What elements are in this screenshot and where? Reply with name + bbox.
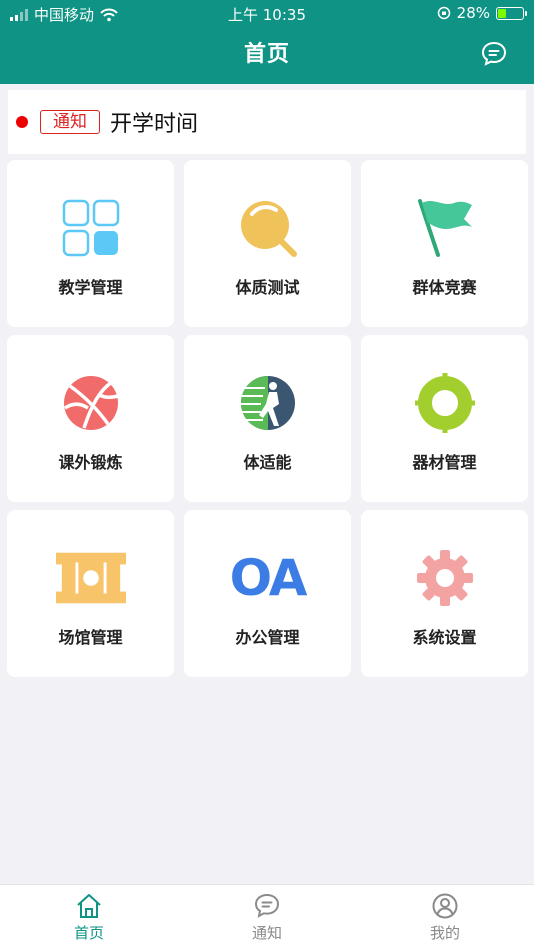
tab-label: 通知: [251, 924, 282, 942]
ticket-icon: [55, 552, 126, 604]
notice-banner[interactable]: 通知 开学时间: [8, 90, 526, 154]
battery-icon: [496, 6, 527, 20]
menu-item-label: 体质测试: [235, 278, 300, 297]
flag-icon: [417, 199, 472, 257]
battery-percent: 28%: [456, 4, 490, 22]
menu-item-exercise[interactable]: 课外锻炼: [7, 335, 174, 502]
menu-item-label: 教学管理: [58, 278, 123, 297]
menu-item-label: 器材管理: [412, 453, 477, 472]
menu-item-label: 办公管理: [235, 628, 300, 647]
menu-item-label: 体适能: [243, 453, 292, 472]
runner-icon: [240, 376, 295, 430]
menu-item-venue[interactable]: 场馆管理: [7, 510, 174, 677]
tab-bar: 首页 通知 我的: [0, 884, 534, 950]
menu-item-competition[interactable]: 群体竞赛: [361, 160, 528, 327]
menu-item-physical-test[interactable]: 体质测试: [184, 160, 351, 327]
notice-text: 开学时间: [110, 112, 199, 137]
tab-mine[interactable]: 我的: [356, 885, 534, 950]
status-bar: 中国移动 上午 10:35 28%: [0, 0, 534, 28]
app-header: 中国移动 上午 10:35 28% 首页: [0, 0, 534, 84]
ring-icon: [414, 373, 475, 433]
menu-item-label: 课外锻炼: [58, 453, 123, 472]
menu-item-label: 系统设置: [412, 628, 477, 647]
magnifier-icon: [240, 201, 297, 257]
tab-home[interactable]: 首页: [0, 885, 178, 950]
menu-item-equipment[interactable]: 器材管理: [361, 335, 528, 502]
oa-icon: OA: [229, 549, 308, 607]
tab-label: 首页: [73, 924, 104, 942]
user-icon: [432, 893, 458, 919]
page-title: 首页: [243, 42, 290, 67]
unread-dot: [16, 116, 28, 128]
menu-item-teaching[interactable]: 教学管理: [7, 160, 174, 327]
tab-notice[interactable]: 通知: [178, 885, 356, 950]
menu-item-office[interactable]: OA 办公管理: [184, 510, 351, 677]
notice-tag: 通知: [40, 110, 100, 134]
gear-icon: [416, 550, 473, 606]
menu-item-settings[interactable]: 系统设置: [361, 510, 528, 677]
message-button[interactable]: [480, 40, 508, 68]
menu-grid: 教学管理 体质测试 群体竞赛 课外锻炼 体适能 器材管理 场馆管理 OA 办公管…: [7, 160, 528, 677]
basketball-icon: [63, 376, 118, 430]
tab-label: 我的: [429, 924, 460, 942]
menu-item-label: 群体竞赛: [412, 278, 477, 297]
chat-icon: [254, 893, 280, 918]
menu-item-fitness[interactable]: 体适能: [184, 335, 351, 502]
orientation-lock-icon: [437, 6, 450, 20]
grid-icon: [62, 199, 119, 257]
menu-item-label: 场馆管理: [58, 628, 123, 647]
home-icon: [77, 894, 101, 918]
